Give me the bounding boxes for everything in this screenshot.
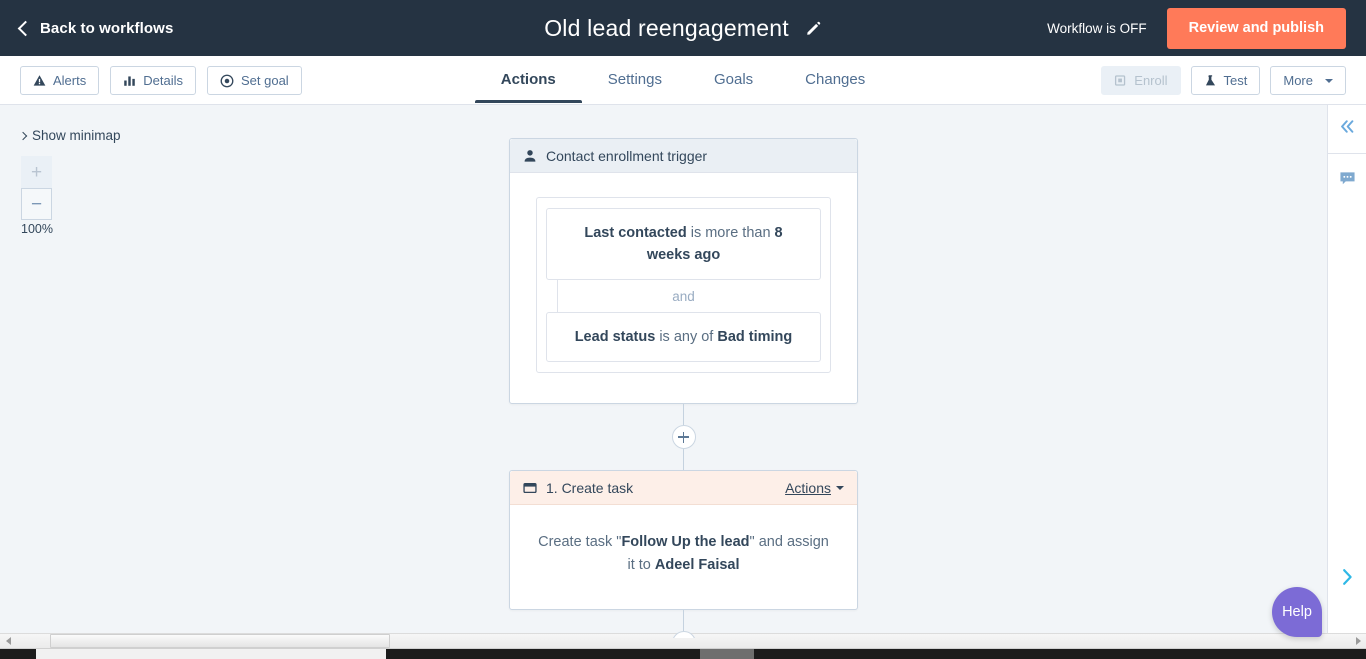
expand-panel-button[interactable] [1328,559,1366,599]
enrollment-trigger-card[interactable]: Contact enrollment trigger Last contacte… [509,138,858,405]
task-card-icon [523,481,537,495]
enrollment-trigger-header: Contact enrollment trigger [510,139,857,173]
tab-settings[interactable]: Settings [582,56,688,103]
right-sidebar-rail [1327,105,1366,638]
action-card-title: 1. Create task [546,479,634,496]
topnav-right-group: Workflow is OFF Review and publish [1047,0,1366,56]
chevron-right-icon [1341,568,1354,591]
filter-2-operator: is any of [655,329,718,346]
flow-connector [683,449,684,471]
top-navigation-bar: Back to workflows Old lead reengagement … [0,0,1366,56]
enroll-icon [1114,74,1127,87]
filter-criterion-1[interactable]: Last contacted is more than 8 weeks ago [546,208,821,281]
sub-toolbar: Alerts Details Set goal Actions Settings… [0,56,1366,105]
action-card-menu-label: Actions [785,479,831,496]
caret-down-icon [836,485,844,490]
back-to-workflows-link[interactable]: Back to workflows [17,19,174,37]
comment-bubble-icon [1339,171,1356,192]
contact-person-icon [523,149,537,163]
taskbar-segment [700,649,754,659]
enroll-button[interactable]: Enroll [1101,66,1181,95]
show-minimap-label: Show minimap [32,128,121,143]
chevron-right-icon [18,131,28,140]
action-body-assignee: Adeel Faisal [654,557,740,574]
tab-actions[interactable]: Actions [474,56,582,103]
show-minimap-toggle[interactable]: Show minimap [18,128,121,143]
taskbar-segment [36,649,386,659]
flow-connector [683,404,684,426]
pencil-icon[interactable] [805,20,822,37]
enroll-label: Enroll [1134,73,1168,88]
toolbar-right-group: Enroll Test More [1101,66,1346,95]
double-chevron-left-icon [1339,119,1356,139]
add-step-button-1[interactable] [671,425,696,450]
filter-1-property: Last contacted [584,225,687,241]
enrollment-trigger-body: Last contacted is more than 8 weeks ago … [510,173,857,403]
action-card-header: 1. Create task Actions [510,471,857,506]
collapse-sidebar-button[interactable] [1328,105,1366,154]
action-body-prefix: Create task " [538,534,622,551]
flow-connector [683,610,684,632]
scrollbar-thumb[interactable] [50,634,390,648]
test-button[interactable]: Test [1190,66,1261,95]
filter-join-and: and [546,280,821,313]
workflow-status-text: Workflow is OFF [1047,20,1147,36]
test-label: Test [1223,73,1248,88]
zoom-controls: + − [21,156,52,220]
chevron-left-icon [17,20,34,36]
triangle-right-icon [1355,637,1361,645]
scroll-right-arrow-button[interactable] [1350,633,1366,649]
workflow-title: Old lead reengagement [544,14,789,41]
caret-down-icon [1325,78,1333,83]
tab-changes[interactable]: Changes [779,56,891,103]
zoom-in-button[interactable]: + [21,156,52,188]
triangle-left-icon [5,637,11,645]
more-button[interactable]: More [1270,66,1346,95]
filter-1-operator: is more than [686,225,775,241]
filter-group: Last contacted is more than 8 weeks ago … [536,197,831,374]
zoom-out-button[interactable]: − [21,188,52,220]
filter-criterion-2[interactable]: Lead status is any of Bad timing [546,312,821,363]
scroll-left-arrow-button[interactable] [0,633,16,649]
flask-icon [1204,74,1217,87]
workflow-canvas[interactable]: Show minimap + − 100% Contact enrollment… [0,105,1327,638]
review-and-publish-button[interactable]: Review and publish [1166,7,1346,49]
help-button[interactable]: Help [1272,587,1322,637]
zoom-level-label: 100% [21,222,53,236]
workflow-editor-page: Back to workflows Old lead reengagement … [0,0,1366,659]
action-body-task-name: Follow Up the lead [621,534,750,551]
action-card-menu-button[interactable]: Actions [785,480,844,496]
comments-button[interactable] [1328,154,1366,208]
workflow-flow: Contact enrollment trigger Last contacte… [509,138,858,638]
back-to-workflows-label: Back to workflows [40,19,174,37]
action-card-create-task[interactable]: 1. Create task Actions Create task "Foll… [509,470,858,611]
filter-join-label: and [672,288,695,304]
enrollment-trigger-title: Contact enrollment trigger [546,147,708,164]
filter-2-value: Bad timing [717,329,793,346]
action-card-body: Create task "Follow Up the lead" and ass… [510,505,857,609]
tab-goals[interactable]: Goals [688,56,779,103]
os-taskbar [0,649,1366,659]
filter-2-property: Lead status [574,329,656,346]
more-label: More [1283,73,1313,88]
